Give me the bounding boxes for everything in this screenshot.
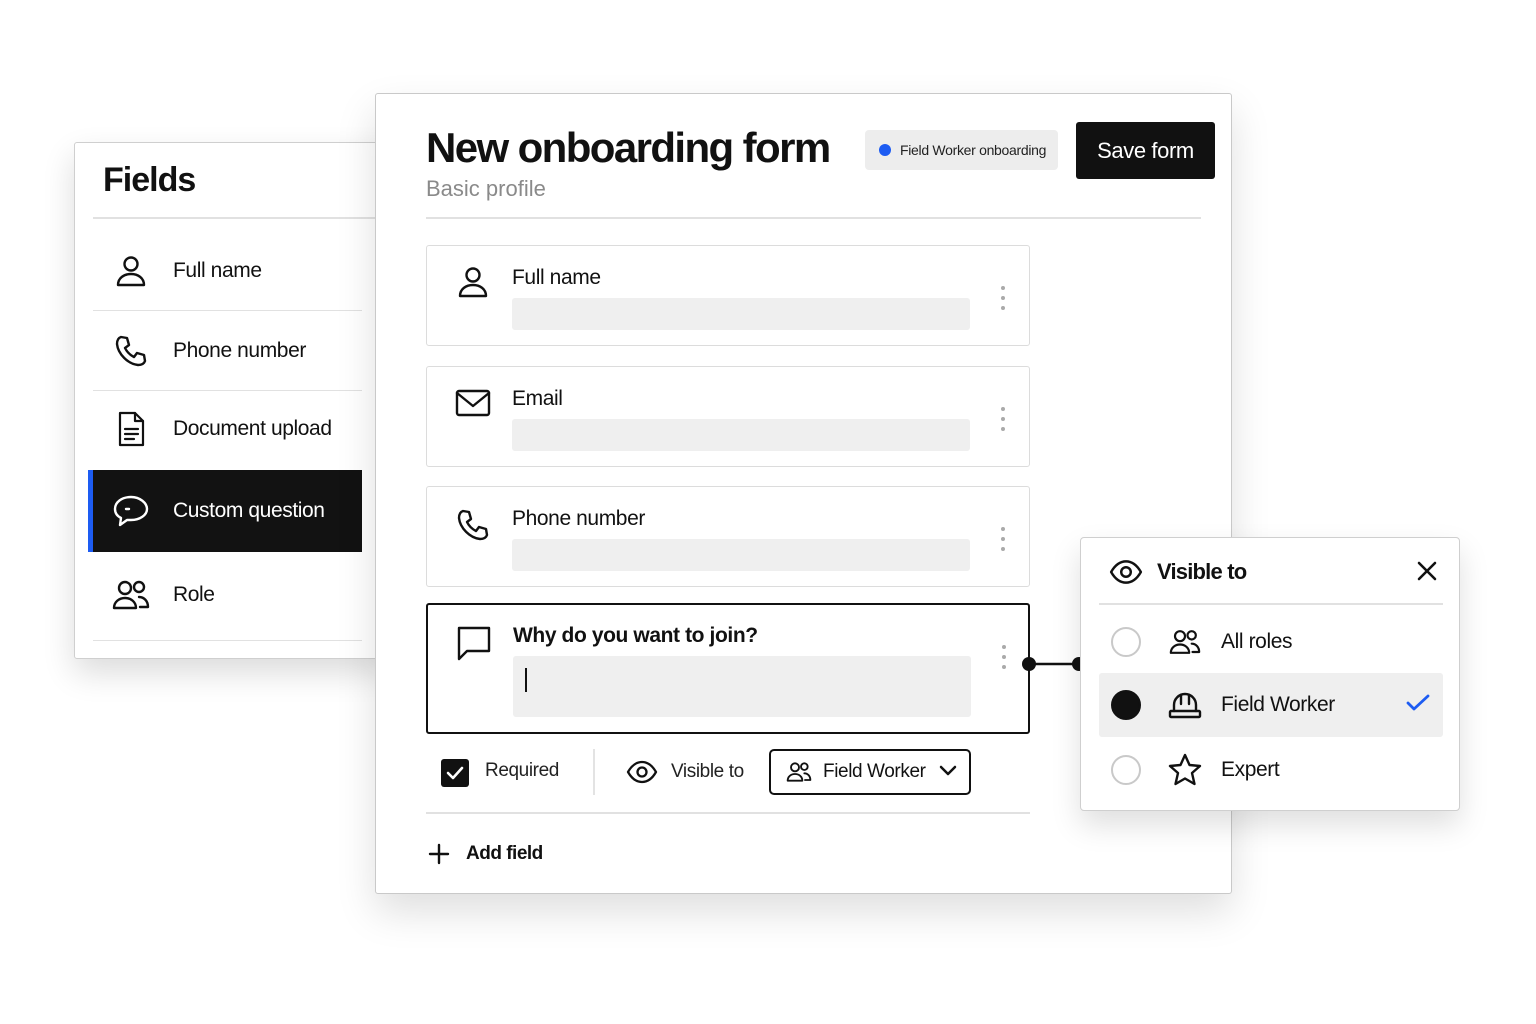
field-label: Email (512, 387, 563, 410)
sidebar-item-label: Document upload (173, 417, 332, 440)
field-label: Why do you want to join? (513, 624, 758, 647)
field-label: Phone number (512, 507, 645, 530)
page-title: New onboarding form (426, 124, 831, 171)
field-options-row: Required Visible to Field Worker (426, 749, 1030, 797)
hard-hat-icon (1165, 689, 1205, 721)
more-options-icon[interactable] (997, 519, 1009, 559)
option-label: All roles (1221, 630, 1293, 653)
save-form-button[interactable]: Save form (1076, 122, 1215, 179)
users-icon (785, 760, 813, 784)
user-icon (111, 251, 151, 291)
more-options-icon[interactable] (998, 637, 1010, 677)
mail-icon (453, 383, 493, 423)
star-icon (1165, 752, 1205, 788)
divider (593, 749, 595, 795)
phone-icon (453, 505, 493, 545)
checkmark-icon (1405, 693, 1431, 713)
divider (93, 217, 377, 219)
required-label: Required (485, 760, 559, 781)
sidebar-item-label: Custom question (173, 499, 325, 522)
visible-to-label: Visible to (671, 761, 744, 782)
role-option-all-roles[interactable]: All roles (1099, 610, 1443, 674)
plus-icon (428, 843, 450, 865)
option-label: Expert (1221, 758, 1280, 781)
role-select-value: Field Worker (823, 761, 926, 782)
sidebar-item-document-upload[interactable]: Document upload (93, 389, 362, 469)
users-icon (111, 575, 151, 615)
form-field-full-name[interactable]: Full name (426, 245, 1030, 346)
sidebar-item-label: Phone number (173, 339, 306, 362)
form-field-custom-question[interactable]: Why do you want to join? (426, 603, 1030, 734)
email-input[interactable] (512, 419, 970, 451)
status-badge-label: Field Worker onboarding (900, 142, 1047, 158)
form-field-phone-number[interactable]: Phone number (426, 486, 1030, 587)
sidebar-item-label: Full name (173, 259, 262, 282)
divider (426, 217, 1201, 219)
popover-title: Visible to (1157, 559, 1247, 584)
phone-icon (111, 331, 151, 371)
add-field-button[interactable]: Add field (428, 839, 543, 869)
users-icon (1165, 627, 1205, 657)
eye-icon (626, 759, 658, 785)
form-field-email[interactable]: Email (426, 366, 1030, 467)
role-option-expert[interactable]: Expert (1099, 738, 1443, 802)
required-checkbox[interactable] (441, 759, 469, 787)
role-option-field-worker[interactable]: Field Worker (1099, 673, 1443, 737)
sidebar-item-label: Role (173, 583, 215, 606)
sidebar-item-full-name[interactable]: Full name (93, 231, 362, 311)
document-icon (111, 409, 151, 449)
field-label: Full name (512, 266, 601, 289)
divider (93, 639, 362, 641)
option-label: Field Worker (1221, 693, 1335, 716)
radio-button[interactable] (1111, 627, 1141, 657)
add-field-label: Add field (466, 843, 543, 864)
eye-icon (1109, 558, 1143, 586)
user-icon (453, 262, 493, 302)
chat-bubble-icon (111, 491, 151, 531)
sidebar-item-custom-question[interactable]: Custom question (88, 470, 362, 552)
divider (426, 812, 1030, 814)
phone-number-input[interactable] (512, 539, 970, 571)
role-select[interactable]: Field Worker (769, 749, 971, 795)
status-badge: Field Worker onboarding (865, 130, 1058, 170)
radio-button[interactable] (1111, 755, 1141, 785)
custom-question-input[interactable] (513, 656, 971, 717)
more-options-icon[interactable] (997, 278, 1009, 318)
visibility-popover: Visible to All roles Field Worker Expert (1080, 537, 1460, 811)
status-dot-icon (879, 144, 891, 156)
message-icon (454, 623, 494, 663)
sidebar-item-role[interactable]: Role (93, 555, 362, 641)
page-subtitle: Basic profile (426, 176, 546, 201)
sidebar-item-phone-number[interactable]: Phone number (93, 311, 362, 391)
fields-panel: Fields Full name Phone number Document u… (74, 142, 394, 659)
text-cursor (525, 668, 527, 692)
more-options-icon[interactable] (997, 399, 1009, 439)
full-name-input[interactable] (512, 298, 970, 330)
close-icon[interactable] (1416, 560, 1438, 582)
radio-button[interactable] (1111, 690, 1141, 720)
chevron-down-icon (939, 764, 957, 778)
divider (1099, 603, 1443, 605)
fields-title: Fields (103, 161, 196, 199)
